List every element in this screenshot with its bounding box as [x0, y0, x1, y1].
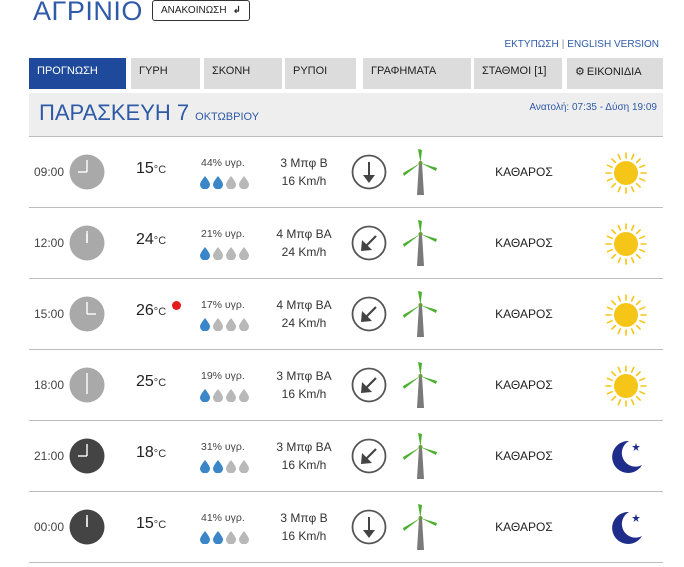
- tab-icons[interactable]: ⚙ ΕΙΚΟΝΙΔΙΑ: [567, 58, 663, 89]
- moon-icon: [604, 435, 648, 479]
- forecast-row: 09:00 15°C 44% υγρ. 3 Μπφ Β 16 Km/h ΚΑΘΑ…: [29, 136, 663, 207]
- row-temperature: 18°C: [136, 444, 167, 461]
- top-links: ΕΚΤΥΠΩΣΗ | ENGLISH VERSION: [504, 39, 659, 50]
- clock-icon: [69, 509, 105, 545]
- row-sky-condition: ΚΑΘΑΡΟΣ: [495, 449, 553, 463]
- humidity-drops-icon: [198, 388, 250, 403]
- row-sky-condition: ΚΑΘΑΡΟΣ: [495, 378, 553, 392]
- row-time: 12:00: [34, 236, 65, 250]
- row-sky-condition: ΚΑΘΑΡΟΣ: [495, 520, 553, 534]
- tab-bar: ΠΡΟΓΝΩΣΗ ΓΥΡΗ ΣΚΟΝΗ ΡΥΠΟΙ ΓΡΑΦΗΜΑΤΑ ΣΤΑΘ…: [29, 58, 663, 90]
- gear-icon: ⚙: [575, 66, 585, 78]
- sun-icon: [604, 151, 648, 195]
- forecast-table: 09:00 15°C 44% υγρ. 3 Μπφ Β 16 Km/h ΚΑΘΑ…: [29, 136, 663, 562]
- arrow-down-icon: [351, 154, 387, 190]
- row-temperature: 25°C: [136, 373, 167, 390]
- english-version-link[interactable]: ENGLISH VERSION: [567, 39, 659, 50]
- row-wind-kmh: 16 Km/h: [281, 174, 327, 188]
- wind-turbine-icon: [401, 291, 441, 337]
- row-wind-kmh: 24 Km/h: [281, 245, 327, 259]
- wind-turbine-icon: [401, 149, 441, 195]
- max-temp-dot-icon: [172, 301, 181, 310]
- humidity-drops-icon: [198, 317, 250, 332]
- row-humidity: 21% υγρ.: [201, 228, 245, 240]
- humidity-drops-icon: [198, 530, 250, 545]
- row-time: 09:00: [34, 165, 65, 179]
- row-temperature: 15°C: [136, 515, 167, 532]
- row-wind-kmh: 16 Km/h: [281, 458, 327, 472]
- row-time: 00:00: [34, 520, 65, 534]
- day-header: ΠΑΡΑΣΚΕΥΗ 7 ΟΚΤΩΒΡΙΟΥ Ανατολή: 07:35 - Δύ…: [29, 93, 663, 136]
- tab-graphs[interactable]: ΓΡΑΦΗΜΑΤΑ: [363, 58, 471, 89]
- print-link[interactable]: ΕΚΤΥΠΩΣΗ: [504, 39, 558, 50]
- arrow-down-left-icon: [351, 296, 387, 332]
- return-arrow-icon: ↲: [232, 5, 241, 16]
- clock-icon: [69, 154, 105, 190]
- tab-stations[interactable]: ΣΤΑΘΜΟΙ [1]: [474, 58, 562, 89]
- wind-turbine-icon: [401, 433, 441, 479]
- clock-icon: [69, 296, 105, 332]
- row-wind-kmh: 16 Km/h: [281, 529, 327, 543]
- sunrise-sunset: Ανατολή: 07:35 - Δύση 19:09: [529, 102, 657, 113]
- row-humidity: 41% υγρ.: [201, 512, 245, 524]
- wind-turbine-icon: [401, 504, 441, 550]
- day-title: ΠΑΡΑΣΚΕΥΗ 7 ΟΚΤΩΒΡΙΟΥ: [39, 100, 260, 125]
- row-wind-beaufort: 4 Μπφ ΒΑ: [276, 298, 332, 312]
- tab-forecast[interactable]: ΠΡΟΓΝΩΣΗ: [29, 58, 126, 89]
- row-humidity: 19% υγρ.: [201, 370, 245, 382]
- announcement-button[interactable]: ΑΝΑΚΟΙΝΩΣΗ ↲: [152, 0, 250, 21]
- humidity-drops-icon: [198, 246, 250, 261]
- forecast-row: 00:00 15°C 41% υγρ. 3 Μπφ Β 16 Km/h ΚΑΘΑ…: [29, 491, 663, 562]
- arrow-down-left-icon: [351, 367, 387, 403]
- humidity-drops-icon: [198, 175, 250, 190]
- row-temperature: 26°C: [136, 302, 167, 319]
- row-wind-kmh: 16 Km/h: [281, 387, 327, 401]
- row-wind-beaufort: 4 Μπφ ΒΑ: [276, 227, 332, 241]
- announcement-label: ΑΝΑΚΟΙΝΩΣΗ: [161, 5, 227, 16]
- forecast-row: 18:00 25°C 19% υγρ. 3 Μπφ ΒΑ 16 Km/h ΚΑΘ…: [29, 349, 663, 420]
- row-humidity: 31% υγρ.: [201, 441, 245, 453]
- sun-icon: [604, 364, 648, 408]
- row-temperature: 24°C: [136, 231, 167, 248]
- tab-pollutants[interactable]: ΡΥΠΟΙ: [285, 58, 356, 89]
- wind-turbine-icon: [401, 220, 441, 266]
- row-wind-beaufort: 3 Μπφ Β: [280, 511, 328, 525]
- row-humidity: 44% υγρ.: [201, 157, 245, 169]
- table-bottom-divider: [29, 562, 663, 563]
- row-sky-condition: ΚΑΘΑΡΟΣ: [495, 307, 553, 321]
- arrow-down-left-icon: [351, 438, 387, 474]
- sun-icon: [604, 293, 648, 337]
- city-title: ΑΓΡΙΝΙΟ: [33, 0, 143, 26]
- row-wind-kmh: 24 Km/h: [281, 316, 327, 330]
- row-time: 21:00: [34, 449, 65, 463]
- forecast-row: 15:00 26°C 17% υγρ. 4 Μπφ ΒΑ 24 Km/h ΚΑΘ…: [29, 278, 663, 349]
- wind-turbine-icon: [401, 362, 441, 408]
- sun-icon: [604, 222, 648, 266]
- clock-icon: [69, 225, 105, 261]
- moon-icon: [604, 506, 648, 550]
- day-month: ΟΚΤΩΒΡΙΟΥ: [195, 111, 260, 123]
- row-time: 18:00: [34, 378, 65, 392]
- row-temperature: 15°C: [136, 160, 167, 177]
- row-wind-beaufort: 3 Μπφ ΒΑ: [276, 369, 332, 383]
- row-time: 15:00: [34, 307, 65, 321]
- clock-icon: [69, 367, 105, 403]
- arrow-down-left-icon: [351, 225, 387, 261]
- humidity-drops-icon: [198, 459, 250, 474]
- forecast-row: 21:00 18°C 31% υγρ. 3 Μπφ ΒΑ 16 Km/h ΚΑΘ…: [29, 420, 663, 491]
- row-sky-condition: ΚΑΘΑΡΟΣ: [495, 165, 553, 179]
- forecast-row: 12:00 24°C 21% υγρ. 4 Μπφ ΒΑ 24 Km/h ΚΑΘ…: [29, 207, 663, 278]
- arrow-down-icon: [351, 509, 387, 545]
- row-humidity: 17% υγρ.: [201, 299, 245, 311]
- clock-icon: [69, 438, 105, 474]
- tab-dust[interactable]: ΣΚΟΝΗ: [204, 58, 282, 89]
- tab-pollen[interactable]: ΓΥΡΗ: [131, 58, 200, 89]
- row-wind-beaufort: 3 Μπφ ΒΑ: [276, 440, 332, 454]
- row-sky-condition: ΚΑΘΑΡΟΣ: [495, 236, 553, 250]
- row-wind-beaufort: 3 Μπφ Β: [280, 156, 328, 170]
